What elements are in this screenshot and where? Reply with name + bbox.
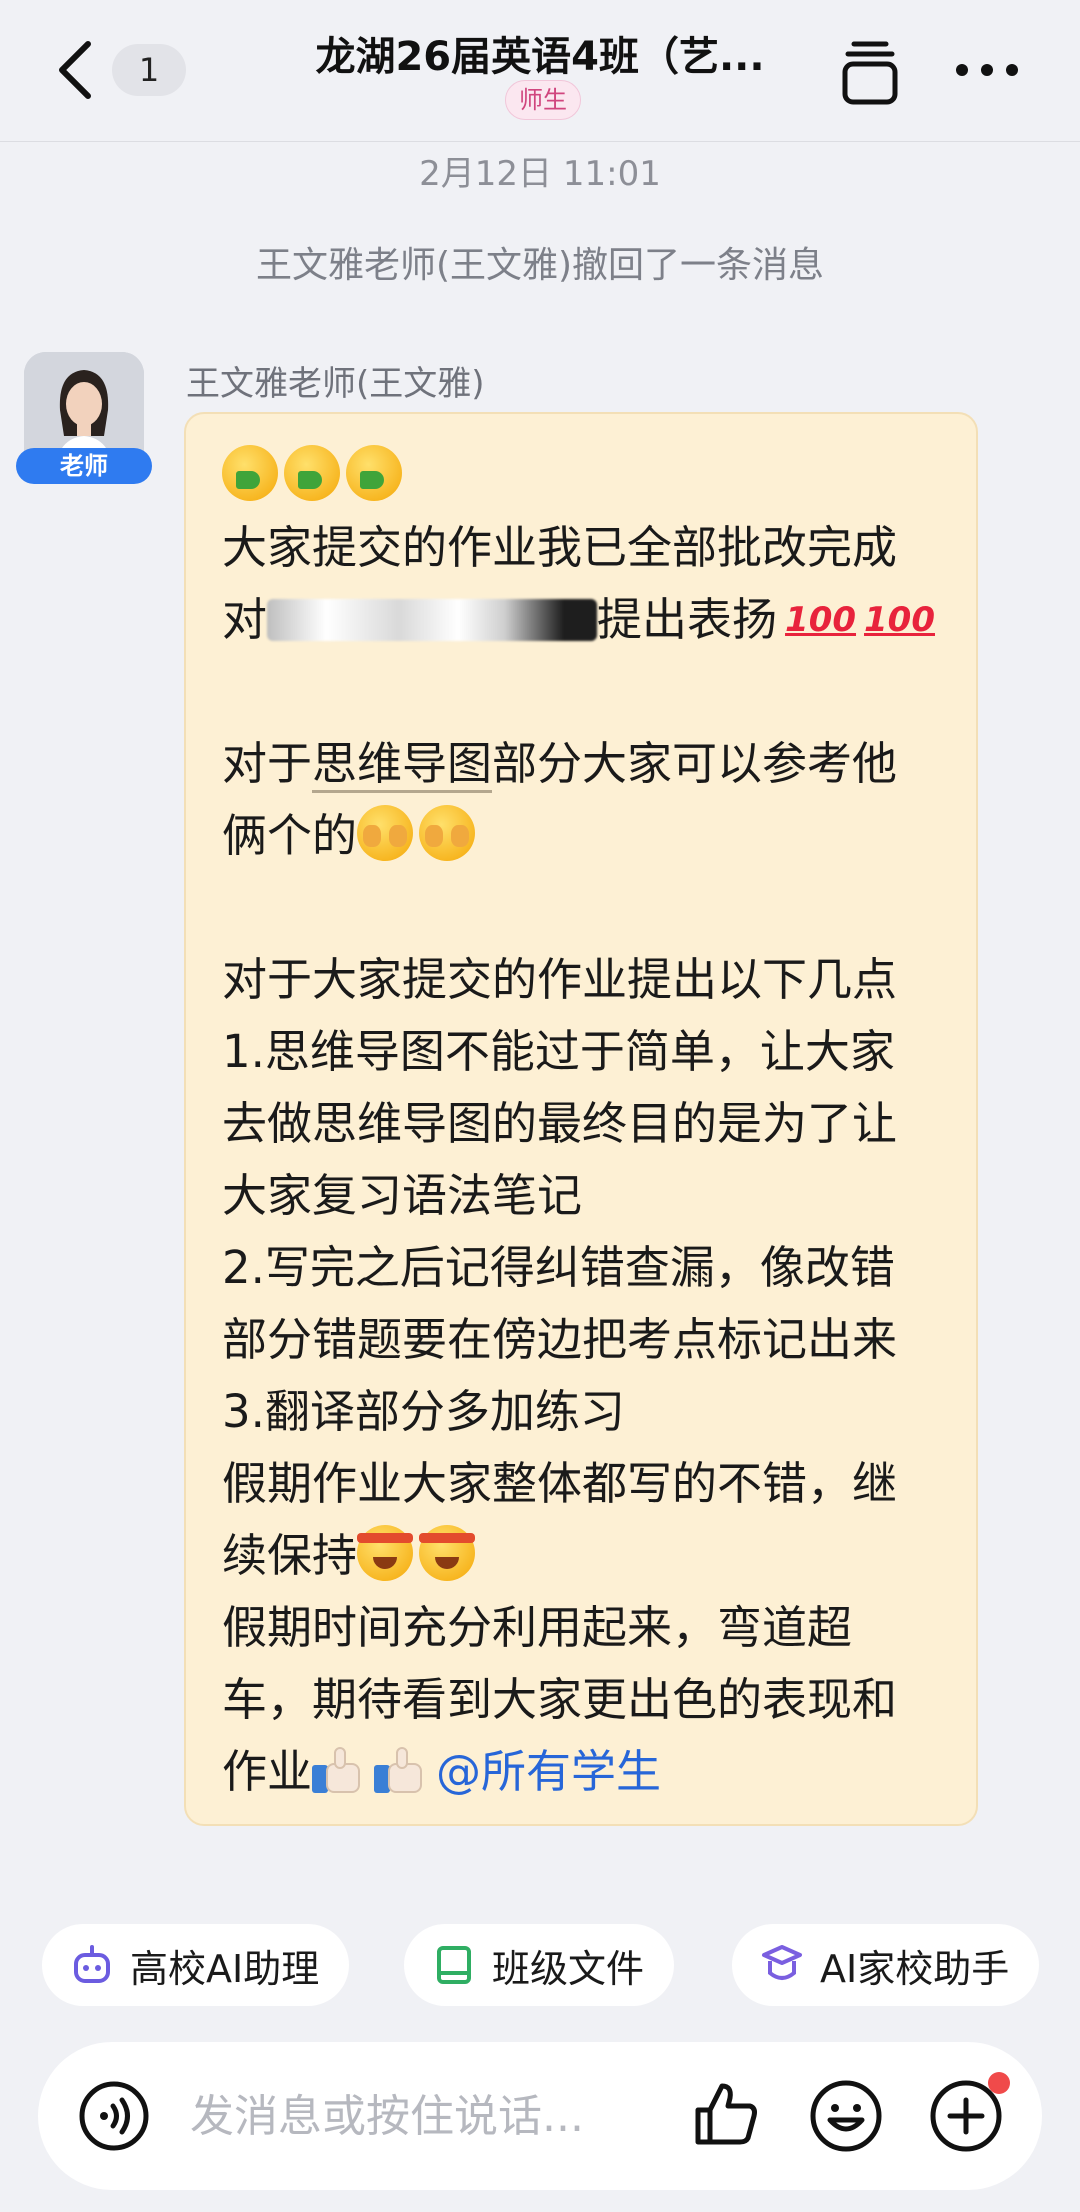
message-line: 对于思维导图部分大家可以参考他 [222, 728, 946, 800]
more-options-button[interactable] [952, 48, 1022, 92]
message-bubble[interactable]: 大家提交的作业我已全部批改完成 对提出表扬 100 100 对于思维导图部分大家可以… [184, 412, 978, 1826]
ai-home-school-chip[interactable]: AI家校助手 [732, 1924, 1040, 2006]
role-tag: 师生 [505, 80, 581, 120]
loudly-crying-horn-emoji-icon [222, 445, 278, 501]
notification-dot [988, 2072, 1010, 2094]
robot-icon [74, 1945, 110, 1983]
recall-notice: 王文雅老师(王文雅)撤回了一条消息 [255, 245, 825, 286]
chat-header: 1 龙湖26届英语4班（艺... 师生 [0, 0, 1080, 142]
like-button[interactable] [690, 2078, 762, 2150]
chat-screen: 1 龙湖26届英语4班（艺... 师生 2月12日 11:01 王文雅老师(王文… [0, 0, 1080, 2212]
message-line: 大家复习语法笔记 [222, 1169, 583, 1222]
chip-label: 班级文件 [492, 1946, 645, 1991]
mention-all-students[interactable]: @所有学生 [436, 1745, 661, 1798]
message-line: 作业 @所有学生 [222, 1736, 946, 1808]
headband-smile-emoji-icon [419, 1525, 476, 1581]
book-icon [437, 1946, 471, 1984]
group-title[interactable]: 龙湖26届英语4班（艺... [240, 24, 840, 82]
hundred-points-emoji-icon: 100 [785, 600, 857, 640]
message-input-bar [38, 2042, 1042, 2190]
message-input[interactable] [190, 2082, 660, 2150]
message-text: 续保持 [222, 1529, 358, 1582]
thumbs-up-emoji-icon [374, 1747, 426, 1793]
message-text: 对于 [222, 737, 313, 790]
graduate-icon [762, 1945, 802, 1980]
message-line: 俩个的 [222, 800, 946, 872]
message-line: 对提出表扬 100 100 [222, 584, 946, 656]
covering-face-emoji-icon [357, 805, 414, 861]
message-timestamp: 2月12日 11:01 [419, 154, 661, 194]
message-text: 提出表扬 [597, 593, 778, 646]
class-files-chip[interactable]: 班级文件 [404, 1924, 675, 2006]
teacher-role-badge: 老师 [16, 448, 152, 484]
voice-input-button[interactable] [78, 2080, 150, 2152]
emoji-button[interactable] [808, 2078, 884, 2154]
message-line: 3.翻译部分多加练习 [222, 1385, 625, 1438]
thumbs-up-icon [695, 2083, 757, 2145]
message-line: 去做思维导图的最终目的是为了让 [222, 1097, 898, 1150]
message-line: 假期时间充分利用起来，弯道超 [222, 1601, 853, 1654]
redacted-names [267, 599, 598, 641]
headband-smile-emoji-icon [357, 1525, 414, 1581]
chip-label: AI家校助手 [820, 1946, 1010, 1991]
loudly-crying-horn-emoji-icon [346, 445, 402, 501]
keyword-link[interactable]: 思维导图 [312, 737, 493, 793]
thumbs-up-emoji-icon [312, 1747, 364, 1793]
message-line: 2.写完之后记得纠错查漏，像改错 [222, 1241, 895, 1294]
group-files-button[interactable] [840, 38, 900, 106]
message-line: 车，期待看到大家更出色的表现和 [222, 1673, 898, 1726]
ai-assistant-chip[interactable]: 高校AI助理 [42, 1924, 350, 2006]
message-line: 1.思维导图不能过于简单，让大家 [222, 1025, 895, 1078]
back-button[interactable] [50, 38, 100, 102]
message-line [222, 440, 946, 512]
stack-icon [842, 41, 898, 105]
message-line: 对于大家提交的作业提出以下几点 [222, 953, 898, 1006]
message-line: 假期作业大家整体都写的不错，继 [222, 1457, 898, 1510]
unread-count-badge[interactable]: 1 [112, 44, 186, 96]
loudly-crying-horn-emoji-icon [284, 445, 340, 501]
chip-label: 高校AI助理 [130, 1946, 320, 1991]
message-line: 大家提交的作业我已全部批改完成 [222, 521, 898, 574]
chevron-left-icon [59, 41, 91, 99]
message-text: 部分大家可以参考他 [492, 737, 898, 790]
message-text: 对 [222, 593, 268, 646]
message-line: 续保持 [222, 1520, 946, 1592]
voice-icon [79, 2081, 149, 2151]
message-line: 部分错题要在傍边把考点标记出来 [222, 1313, 898, 1366]
sender-name: 王文雅老师(王文雅) [186, 364, 485, 404]
hundred-points-emoji-icon: 100 [864, 600, 935, 640]
message-text: 作业 [222, 1745, 313, 1798]
message-text: 俩个的 [222, 809, 358, 862]
covering-face-emoji-icon [419, 805, 476, 861]
more-dots-icon [956, 64, 1018, 76]
smiley-icon [810, 2080, 882, 2152]
